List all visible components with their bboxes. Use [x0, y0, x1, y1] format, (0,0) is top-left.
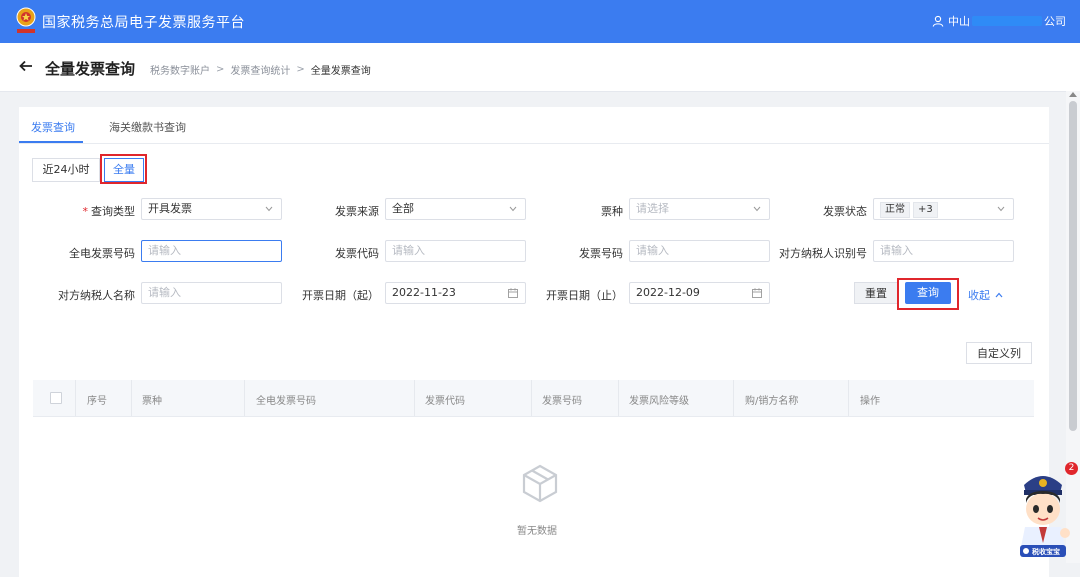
user-name-prefix: 中山 [948, 15, 970, 28]
highlight-box [100, 154, 147, 184]
all-elec-no-input[interactable]: 请输入 [141, 240, 282, 262]
counterparty-name-input[interactable]: 请输入 [141, 282, 282, 304]
column-divider [131, 380, 132, 416]
status-tag: 正常 [880, 202, 910, 218]
invoice-no-input[interactable]: 请输入 [629, 240, 770, 262]
query-type-label-text: 查询类型 [91, 205, 135, 218]
table-header: 序号 票种 全电发票号码 发票代码 发票号码 发票风险等级 购/销方名称 操作 [33, 380, 1034, 417]
top-bar: 国家税务总局电子发票服务平台 中山 公司 [0, 0, 1080, 43]
invoice-code-input[interactable]: 请输入 [385, 240, 526, 262]
chevron-down-icon [753, 206, 761, 212]
counterparty-name-placeholder: 请输入 [148, 286, 181, 299]
chevron-up-icon [995, 292, 1003, 298]
column-header: 票种 [142, 396, 162, 407]
required-mark: * [82, 205, 89, 218]
tab-invoice-query[interactable]: 发票查询 [31, 119, 75, 135]
all-elec-no-placeholder: 请输入 [148, 244, 181, 257]
redacted-username [972, 16, 1042, 26]
user-name-suffix: 公司 [1044, 15, 1066, 28]
range-24h-button[interactable]: 近24小时 [32, 158, 100, 182]
collapse-label: 收起 [968, 289, 990, 302]
breadcrumb-current: 全量发票查询 [310, 66, 371, 77]
status-more-tag: +3 [913, 202, 938, 218]
invoice-no-placeholder: 请输入 [636, 244, 669, 257]
source-label: 发票来源 [335, 205, 379, 218]
column-header: 全电发票号码 [256, 396, 316, 407]
breadcrumb-separator-icon: > [296, 64, 305, 75]
column-divider [531, 380, 532, 416]
invoice-code-label: 发票代码 [335, 247, 379, 260]
page-header: 全量发票查询 税务数字账户 > 发票查询统计 > 全量发票查询 [0, 43, 1080, 92]
column-divider [733, 380, 734, 416]
column-header: 发票风险等级 [629, 396, 689, 407]
calendar-icon [752, 288, 762, 298]
calendar-icon [508, 288, 518, 298]
breadcrumb-item[interactable]: 税务数字账户 [150, 62, 210, 77]
counterparty-id-input[interactable]: 请输入 [873, 240, 1014, 262]
app-title: 国家税务总局电子发票服务平台 [42, 15, 245, 31]
source-value: 全部 [392, 202, 414, 215]
assistant-label: 税收宝宝 [1032, 547, 1060, 556]
column-divider [618, 380, 619, 416]
scroll-thumb[interactable] [1069, 101, 1077, 431]
tab-customs-query[interactable]: 海关缴款书查询 [109, 119, 186, 135]
page-title: 全量发票查询 [45, 60, 136, 78]
empty-box-icon [522, 464, 558, 503]
reset-button[interactable]: 重置 [854, 282, 898, 304]
empty-state-text: 暂无数据 [517, 526, 557, 537]
collapse-button[interactable]: 收起 [968, 287, 1003, 303]
query-type-label: * 查询类型 [59, 203, 136, 219]
breadcrumb-separator-icon: > [216, 64, 225, 75]
column-header: 发票号码 [542, 396, 582, 407]
tab-bar: 发票查询 海关缴款书查询 [19, 107, 1049, 144]
column-header: 购/销方名称 [745, 396, 799, 407]
active-tab-indicator [19, 141, 83, 143]
scroll-up-icon[interactable] [1069, 92, 1077, 97]
custom-columns-button[interactable]: 自定义列 [966, 342, 1032, 364]
date-end-value: 2022-12-09 [636, 286, 700, 299]
all-elec-no-label: 全电发票号码 [69, 247, 135, 260]
column-divider [244, 380, 245, 416]
counterparty-name-label: 对方纳税人名称 [58, 289, 135, 302]
source-select[interactable]: 全部 [385, 198, 526, 220]
date-start-picker[interactable]: 2022-11-23 [385, 282, 526, 304]
column-header: 操作 [860, 396, 880, 407]
user-menu[interactable]: 中山 公司 [932, 13, 1066, 29]
select-all-checkbox[interactable] [50, 392, 62, 404]
breadcrumb-item[interactable]: 发票查询统计 [230, 62, 290, 77]
date-start-label: 开票日期（起） [302, 289, 379, 302]
user-icon [932, 15, 944, 27]
chevron-down-icon [265, 206, 273, 212]
tax-assistant-mascot[interactable]: 税收宝宝 [1013, 463, 1073, 558]
query-type-value: 开具发票 [148, 202, 192, 215]
ticket-type-placeholder: 请选择 [636, 202, 669, 215]
highlight-box [897, 278, 959, 310]
column-header: 序号 [87, 396, 107, 407]
chevron-down-icon [509, 206, 517, 212]
tax-emblem-icon [16, 7, 36, 33]
status-multiselect[interactable]: 正常 +3 [873, 198, 1014, 220]
notification-badge: 2 [1065, 462, 1078, 475]
ticket-type-label: 票种 [601, 205, 623, 218]
invoice-code-placeholder: 请输入 [392, 244, 425, 257]
column-header: 发票代码 [425, 396, 465, 407]
breadcrumb: 税务数字账户 > 发票查询统计 > 全量发票查询 [150, 62, 371, 77]
column-divider [414, 380, 415, 416]
date-end-label: 开票日期（止） [546, 289, 623, 302]
column-divider [75, 380, 76, 416]
counterparty-id-placeholder: 请输入 [880, 244, 913, 257]
back-arrow-icon[interactable] [18, 58, 34, 74]
ticket-type-select[interactable]: 请选择 [629, 198, 770, 220]
query-type-select[interactable]: 开具发票 [141, 198, 282, 220]
invoice-no-label: 发票号码 [579, 247, 623, 260]
column-divider [848, 380, 849, 416]
date-start-value: 2022-11-23 [392, 286, 456, 299]
counterparty-id-label: 对方纳税人识别号 [779, 247, 867, 260]
date-end-picker[interactable]: 2022-12-09 [629, 282, 770, 304]
status-label: 发票状态 [823, 205, 867, 218]
chevron-down-icon [997, 206, 1005, 212]
main-card: 发票查询 海关缴款书查询 近24小时 全量 * 查询类型 开具发票 发票来源 全部… [19, 107, 1049, 577]
